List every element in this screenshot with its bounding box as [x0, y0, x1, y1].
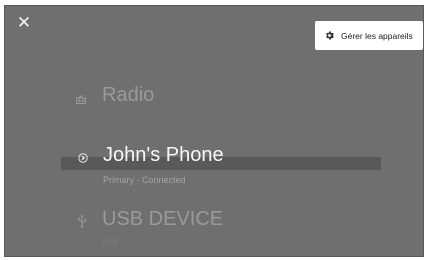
manage-devices-button[interactable]: Gérer les appareils [315, 21, 423, 50]
device-name: Radio [102, 84, 155, 106]
device-row-usb[interactable]: USB DEVICE USB [5, 203, 423, 255]
usb-icon [77, 214, 87, 228]
bluetooth-phone-icon [78, 153, 88, 163]
manage-devices-label: Gérer les appareils [341, 30, 413, 41]
device-row-radio[interactable]: Radio [5, 81, 423, 115]
device-status: Primary - Connected [103, 175, 186, 185]
device-name: John's Phone [103, 144, 224, 166]
close-button[interactable]: ✕ [15, 14, 33, 32]
media-source-screen: ✕ Gérer les appareils Radio John's Phone… [4, 5, 424, 257]
device-row-johns-phone[interactable]: John's Phone Primary - Connected [5, 138, 423, 194]
radio-icon [76, 95, 86, 104]
close-icon: ✕ [16, 13, 32, 32]
gear-icon [324, 30, 335, 41]
device-status: USB [102, 238, 119, 247]
device-name: USB DEVICE [102, 208, 224, 230]
